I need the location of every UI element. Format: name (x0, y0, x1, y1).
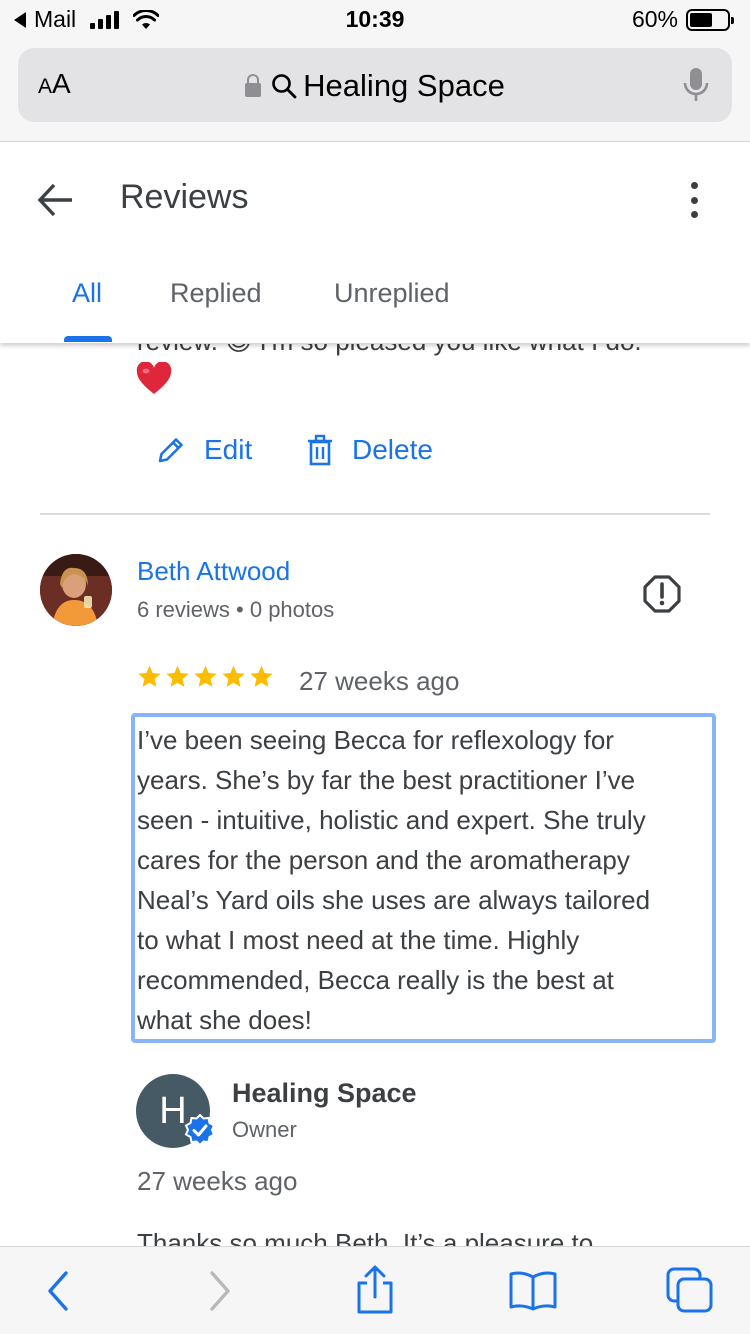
owner-reply-time: 27 weeks ago (137, 1166, 298, 1196)
edit-label: Edit (204, 434, 253, 465)
heart-emoji (136, 361, 172, 401)
tabs-icon[interactable] (666, 1267, 714, 1313)
tab-replied[interactable]: Replied (170, 278, 262, 309)
review-text-line: I’ve been seeing Becca for reflexology f… (137, 725, 614, 755)
tab-all[interactable]: All (72, 278, 102, 309)
lock-icon (245, 74, 262, 97)
star-icon (250, 665, 273, 687)
reviewer-avatar[interactable] (40, 554, 112, 626)
share-icon[interactable] (354, 1265, 396, 1315)
review-text-line: seen - intuitive, holistic and expert. S… (137, 805, 646, 835)
active-tab-indicator (64, 336, 112, 342)
star-icon (166, 665, 189, 687)
review-time: 27 weeks ago (299, 666, 460, 696)
reviewer-meta: 6 reviews • 0 photos (137, 597, 335, 622)
review-filter-tabs: All Replied Unreplied (0, 270, 750, 342)
bookmarks-icon[interactable] (508, 1269, 558, 1311)
battery-percent: 60% (631, 6, 678, 32)
browser-forward-icon[interactable] (206, 1269, 234, 1313)
previous-reply-text: review. 😊 I'm so pleased you like what I… (137, 344, 642, 357)
tab-unreplied[interactable]: Unreplied (334, 278, 450, 309)
review-text-line: years. She’s by far the best practitione… (137, 765, 636, 795)
divider (40, 513, 710, 515)
review-text-line: Neal’s Yard oils she uses are always tai… (137, 885, 651, 915)
address-text: Healing Space (303, 68, 505, 103)
review-text: I’ve been seeing Becca for reflexology f… (137, 720, 708, 1040)
review-text-box[interactable]: I’ve been seeing Becca for reflexology f… (131, 713, 716, 1043)
search-icon (272, 74, 297, 99)
review-text-line: to what I most need at the time. Highly (137, 925, 580, 955)
reviews-list[interactable]: review. 😊 I'm so pleased you like what I… (0, 344, 750, 1246)
trash-icon (308, 434, 332, 466)
reviewer-name[interactable]: Beth Attwood (137, 556, 290, 587)
delete-button[interactable]: Delete (306, 434, 433, 466)
delete-label: Delete (352, 434, 433, 465)
review-text-line: recommended, Becca really is the best at (137, 965, 614, 995)
star-rating (137, 664, 274, 689)
review-text-line: cares for the person and the aromatherap… (137, 845, 630, 875)
safari-toolbar (0, 1246, 750, 1334)
microphone-icon[interactable] (682, 66, 710, 104)
safari-top-chrome: Mail 10:39 60% AA Healing Space (0, 0, 750, 142)
owner-role: Owner (232, 1117, 297, 1142)
battery-icon (686, 8, 734, 31)
owner-name: Healing Space (232, 1078, 417, 1108)
star-icon (138, 665, 161, 687)
browser-back-icon[interactable] (44, 1269, 72, 1313)
status-bar: Mail 10:39 60% (0, 0, 750, 40)
star-icon (194, 665, 217, 687)
star-icon (222, 665, 245, 687)
owner-reply-text: Thanks so much Beth. It’s a pleasure to (137, 1228, 594, 1246)
page-title: Reviews (120, 178, 249, 216)
pencil-icon (158, 438, 183, 463)
review-text-line: what she does! (137, 1005, 312, 1035)
address-bar[interactable]: AA Healing Space (18, 48, 732, 122)
back-arrow-icon[interactable] (36, 180, 76, 220)
verified-badge-icon (184, 1114, 216, 1146)
edit-button[interactable]: Edit (156, 434, 252, 466)
report-icon[interactable] (643, 575, 681, 613)
more-options-icon[interactable] (682, 182, 706, 218)
